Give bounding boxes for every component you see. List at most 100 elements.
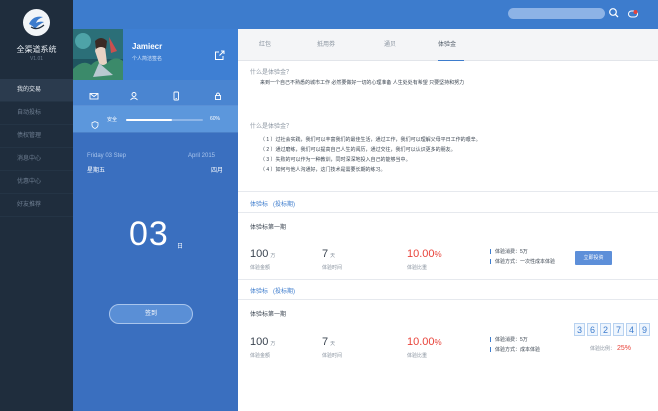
sidebar-item-my-trades[interactable]: 我的交易 (0, 79, 73, 102)
countdown-digit: 4 (626, 323, 637, 336)
security-percent: 60% (210, 116, 221, 122)
sidebar-menu: 我的交易 自动投标 债权管理 消息中心 优惠中心 好友推荐 (0, 79, 73, 217)
plan-header: 体验标 (投标期) (250, 286, 295, 295)
plan-duration: 7天 体验时间 (322, 332, 342, 359)
amount-caption: 体验金额 (250, 353, 271, 359)
faq-question-1: 什么是体验金？ (250, 70, 293, 76)
ratio-label: 体验比例： (590, 346, 616, 352)
share-icon[interactable] (214, 48, 225, 60)
quick-icons-row (73, 80, 238, 106)
countdown-digit: 6 (587, 323, 598, 336)
lock-icon[interactable] (213, 88, 223, 100)
rate-unit: % (434, 338, 442, 347)
plan-header-title: 体验标 (250, 202, 269, 208)
faq-point: （ 1 ）过社会实践，我们可以丰富我们的最佳生活，通过工作，我们可以理解父母平日… (260, 137, 481, 143)
divider (238, 279, 658, 280)
message-icon[interactable] (627, 7, 639, 19)
shield-icon (91, 116, 99, 129)
checkin-button[interactable]: 签到 (109, 304, 193, 324)
faq-answer-list: （ 1 ）过社会实践，我们可以丰富我们的最佳生活，通过工作，我们可以理解父母平日… (260, 135, 481, 175)
sidebar-item-refer-friends[interactable]: 好友推荐 (0, 194, 73, 217)
tab-bar: 红包 抵用券 通贝 体验金 (238, 29, 658, 61)
days-caption: 体验时间 (322, 353, 343, 359)
month-year: April 2015 (188, 153, 216, 159)
plan-amount: 100 万 体验金额 (250, 332, 275, 359)
days-unit: 天 (330, 253, 336, 259)
plan-rate: 10.00% 体验比重 (407, 332, 442, 359)
top-bar (73, 0, 658, 29)
plan-amount: 100 万 体验金额 (250, 244, 275, 271)
faq-point: （ 4 ）如何与他人沟通好，这门技术是需要长期的练习。 (260, 167, 386, 173)
sidebar-item-auto-bid[interactable]: 自动投标 (0, 102, 73, 125)
main-content: 红包 抵用券 通贝 体验金 什么是体验金？ 来到一个自己不熟悉的城市工作 必然要… (238, 29, 658, 411)
sidebar-item-message-center[interactable]: 消息中心 (0, 148, 73, 171)
countdown-digit: 2 (600, 323, 611, 336)
logo-icon (23, 9, 50, 36)
plan-info: 体验消费：5万 体验方式：成本体验 (490, 335, 540, 355)
rate-unit: % (434, 250, 442, 259)
plan-name: 体验标第一期 (250, 312, 287, 318)
ratio-value: 25% (617, 345, 632, 352)
calendar-card: Friday 03 Step April 2015 星期五 四月 03 日 签到 (73, 133, 238, 411)
amount-value: 100 (250, 248, 269, 260)
version-label: V1.01 (29, 56, 44, 62)
security-label: 安全 (107, 117, 118, 123)
mail-icon[interactable] (89, 88, 99, 100)
search-input[interactable] (508, 8, 605, 19)
faq-question-2: 什么是体验金？ (250, 124, 293, 130)
days-caption: 体验时间 (322, 265, 343, 271)
plan-info-method: 体验方式：成本体验 (495, 347, 541, 353)
amount-value: 100 (250, 336, 269, 348)
amount-unit: 万 (270, 253, 276, 259)
day-unit: 日 (177, 244, 184, 250)
rate-value: 10.00 (407, 248, 435, 260)
faq-point: （ 2 ）通过磨练，我们可以提高自己人生的阅历，通过交往，我们可以认识更多的朋友… (260, 147, 456, 153)
plan-info-consumption: 体验消费：5万 (495, 249, 528, 255)
plan-status-link[interactable]: (投标期) (273, 202, 295, 208)
weekday-label: 星期五 (87, 168, 106, 174)
plan-duration: 7天 体验时间 (322, 244, 342, 271)
search-icon[interactable] (608, 7, 620, 19)
days-value: 7 (322, 336, 329, 348)
tab-coupon[interactable]: 抵用券 (317, 29, 335, 61)
invest-now-button[interactable]: 立即投资 (575, 251, 612, 265)
faq-answer-1: 来到一个自己不熟悉的城市工作 必然要做好一切的心理准备 人生处处有希望 只要坚持… (260, 80, 465, 86)
brand-name: 全渠道系统 (16, 45, 57, 54)
amount-unit: 万 (270, 341, 276, 347)
tab-tongbei[interactable]: 通贝 (384, 29, 396, 61)
sidebar-item-debt-management[interactable]: 债权管理 (0, 125, 73, 148)
faq-point: （ 3 ）失败的可以作为一种教训，同时深深地投入自己的能够当中。 (260, 157, 411, 163)
plan-header-title: 体验标 (250, 289, 269, 295)
month-label: 四月 (211, 168, 224, 174)
countdown-digit: 9 (639, 323, 650, 336)
phone-icon[interactable] (171, 88, 181, 101)
username: Jamiecr (132, 42, 163, 51)
left-sidebar: 全渠道系统 V1.01 我的交易 自动投标 债权管理 消息中心 优惠中心 好友推… (0, 0, 73, 411)
tab-red-packet[interactable]: 红包 (259, 29, 271, 61)
security-level: 安全 60% (73, 106, 238, 133)
security-progress-bar (126, 119, 203, 121)
date-english: Friday 03 Step (87, 153, 127, 159)
sidebar-item-offers-center[interactable]: 优惠中心 (0, 171, 73, 194)
user-signature: 个人简洁签名 (132, 56, 163, 62)
divider (238, 191, 658, 192)
user-icon[interactable] (129, 88, 139, 101)
days-value: 7 (322, 248, 329, 260)
plan-info-consumption: 体验消费：5万 (495, 337, 528, 343)
tab-experience-gold[interactable]: 体验金 (438, 29, 464, 61)
plan-name: 体验标第一期 (250, 225, 287, 231)
day-number: 03 (129, 215, 169, 253)
security-progress-fill (126, 119, 173, 121)
countdown-digit: 3 (574, 323, 585, 336)
avatar[interactable] (73, 29, 123, 80)
experience-ratio: 体验比例： 25% (590, 345, 631, 352)
days-unit: 天 (330, 341, 336, 347)
plan-status-link[interactable]: (投标期) (273, 289, 295, 295)
rate-caption: 体验比重 (407, 353, 428, 359)
plan-rate: 10.00% 体验比重 (407, 244, 442, 271)
plan-info: 体验消费：5万 体验方式：一次性成本体验 (490, 247, 555, 267)
profile-card: Jamiecr 个人简洁签名 (73, 29, 238, 80)
user-panel: Jamiecr 个人简洁签名 安全 60% Friday 03 Step Apr… (73, 29, 238, 411)
rate-value: 10.00 (407, 336, 435, 348)
divider (238, 212, 658, 213)
